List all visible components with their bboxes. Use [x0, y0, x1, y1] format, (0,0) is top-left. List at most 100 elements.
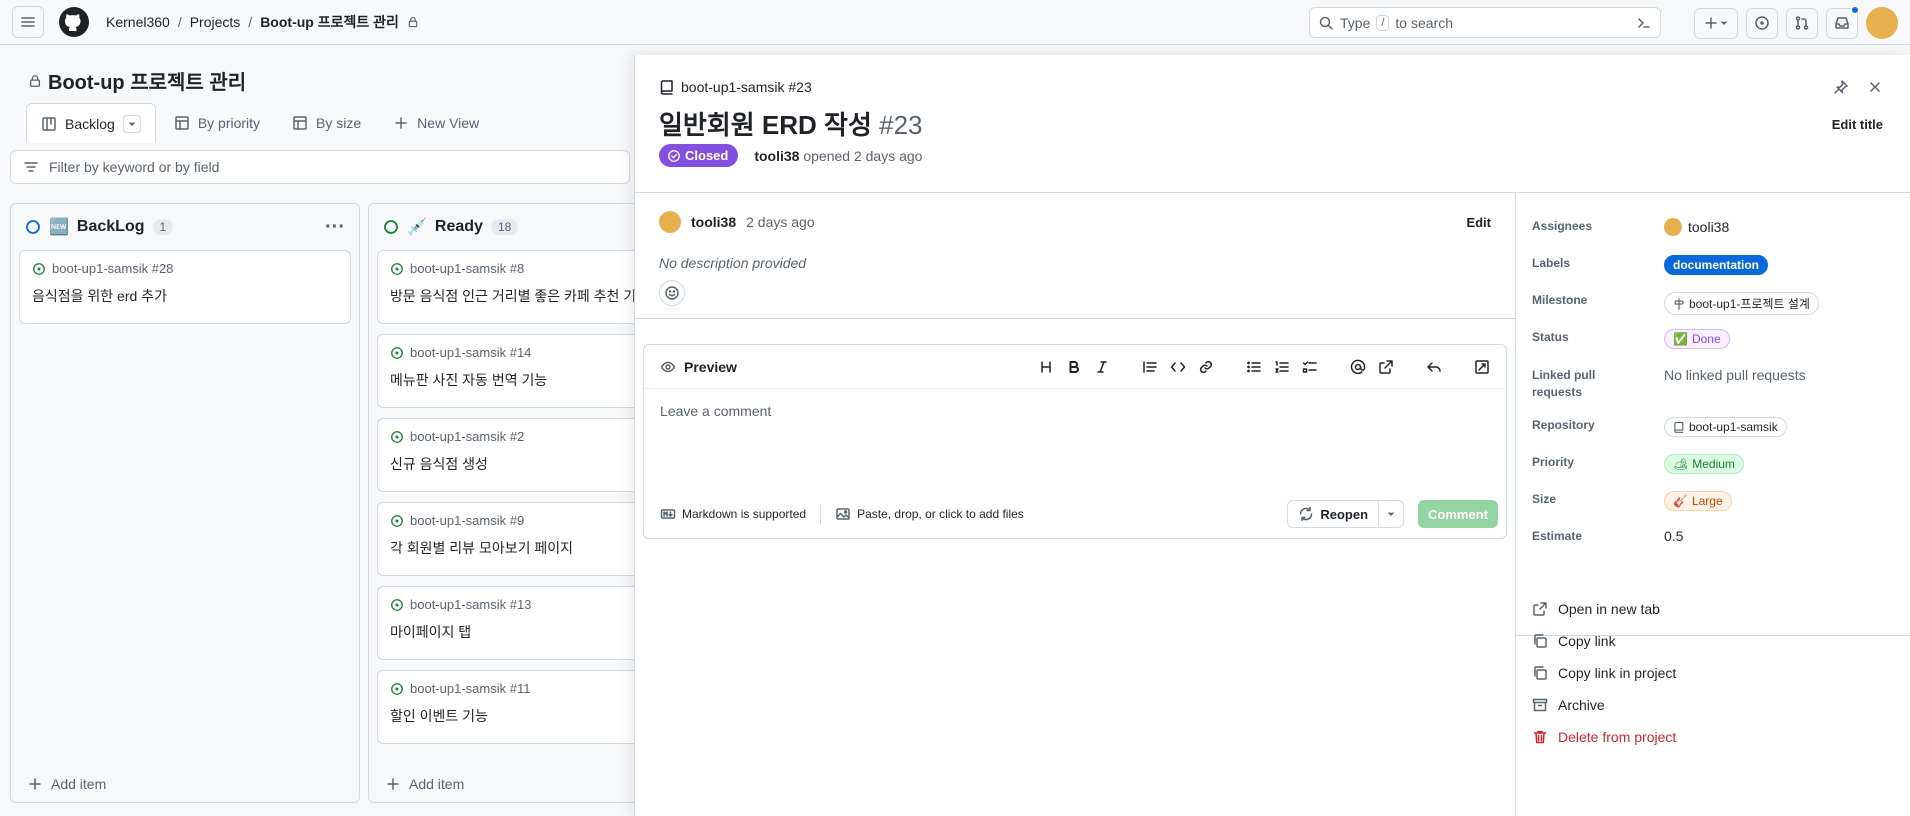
repo-icon	[1674, 421, 1684, 433]
column-name: Ready	[434, 218, 483, 235]
issue-repo-ref-text: boot-up1-samsik #23	[681, 79, 812, 95]
field-status[interactable]: Status ✅ Done	[1532, 329, 1730, 349]
copy-link-in-project-button[interactable]: Copy link in project	[1532, 665, 1676, 681]
column-count: 1	[152, 219, 174, 235]
copy-icon	[1534, 666, 1547, 680]
add-item-button[interactable]: Add item	[385, 776, 464, 792]
cross-reference-icon[interactable]	[1378, 359, 1394, 375]
close-icon[interactable]	[1867, 79, 1883, 95]
ordered-list-icon[interactable]	[1274, 359, 1290, 375]
label-badge[interactable]: documentation	[1664, 255, 1768, 275]
pin-icon[interactable]	[1833, 79, 1849, 95]
issue-closed-icon	[668, 149, 680, 162]
avatar[interactable]	[659, 211, 681, 233]
tab-backlog[interactable]: Backlog	[26, 103, 156, 143]
status-pill[interactable]: ✅ Done	[1664, 329, 1730, 349]
issue-repo-ref[interactable]: boot-up1-samsik #23	[659, 79, 812, 95]
field-label: Status	[1532, 330, 1569, 344]
action-label: Copy link in project	[1558, 665, 1677, 681]
column-menu-icon[interactable]: ···	[325, 216, 345, 239]
priority-pill[interactable]: 🏕 Medium	[1664, 454, 1744, 474]
repository-badge[interactable]: boot-up1-samsik	[1664, 417, 1787, 437]
field-size[interactable]: Size 🎸 Large	[1532, 491, 1732, 511]
project-title: Boot-up 프로젝트 관리	[28, 66, 246, 95]
field-repository[interactable]: Repository boot-up1-samsik	[1532, 417, 1787, 437]
field-value: 0.5	[1664, 528, 1684, 544]
plus-icon	[387, 778, 399, 790]
issue-title-text: 일반회원 ERD 작성	[659, 110, 872, 140]
field-label: Repository	[1532, 418, 1595, 432]
menu-button[interactable]	[12, 6, 44, 38]
milestone-badge[interactable]: boot-up1-프로젝트 설계	[1664, 292, 1819, 315]
comment-textarea[interactable]: Leave a comment	[660, 403, 771, 419]
reopen-button-group: Reopen	[1287, 500, 1405, 528]
field-linked-pull-requests[interactable]: Linked pull requests No linked pull reque…	[1532, 367, 1806, 401]
board-column-backlog: 🆕 BackLog 1 ··· boot-up1-samsik #28 음식점을…	[10, 203, 360, 803]
open-in-new-tab-button[interactable]: Open in new tab	[1532, 601, 1660, 617]
card-title[interactable]: 음식점을 위한 erd 추가	[32, 286, 338, 306]
board-icon	[42, 116, 56, 131]
reopen-options-button[interactable]	[1379, 501, 1403, 527]
edit-comment-button[interactable]: Edit	[1466, 215, 1491, 230]
link-icon[interactable]	[1198, 359, 1214, 375]
code-icon[interactable]	[1170, 359, 1186, 375]
fullscreen-icon[interactable]	[1474, 359, 1490, 375]
tab-preview[interactable]: Preview	[660, 359, 737, 375]
add-item-button[interactable]: Add item	[27, 776, 106, 792]
field-milestone[interactable]: Milestone boot-up1-프로젝트 설계	[1532, 292, 1819, 315]
view-options-button[interactable]	[122, 114, 141, 133]
copy-link-button[interactable]: Copy link	[1532, 633, 1616, 649]
user-avatar[interactable]	[1866, 7, 1898, 39]
delete-from-project-button[interactable]: Delete from project	[1532, 729, 1676, 745]
inbox-button[interactable]	[1826, 5, 1859, 39]
heading-icon[interactable]	[1038, 359, 1054, 375]
field-value: Large	[1691, 494, 1723, 508]
card-ref-text: boot-up1-samsik #28	[52, 261, 174, 276]
table-icon	[293, 116, 307, 130]
tab-by-size[interactable]: By size	[278, 103, 375, 143]
breadcrumb-org[interactable]: Kernel360	[106, 14, 170, 30]
new-view-button[interactable]: New View	[379, 103, 493, 143]
comment-author[interactable]: tooli38	[691, 214, 736, 230]
bold-icon[interactable]	[1066, 359, 1082, 375]
task-list-icon[interactable]	[1302, 359, 1318, 375]
link-external-icon	[1533, 602, 1547, 616]
github-logo-icon[interactable]	[58, 6, 90, 38]
editor-toolbar	[1038, 359, 1490, 375]
action-label: Copy link	[1558, 633, 1616, 649]
issues-button[interactable]	[1746, 7, 1778, 39]
breadcrumb-projects[interactable]: Projects	[190, 14, 241, 30]
breadcrumb-current[interactable]: Boot-up 프로젝트 관리	[260, 12, 399, 32]
quote-icon[interactable]	[1142, 359, 1158, 375]
mention-icon[interactable]	[1350, 359, 1366, 375]
hamburger-icon	[21, 17, 35, 27]
issue-open-icon	[391, 430, 403, 443]
tab-preview-label: Preview	[684, 358, 737, 375]
issue-open-icon	[391, 346, 403, 359]
search-input[interactable]: Type / to search	[1309, 7, 1661, 38]
archive-button[interactable]: Archive	[1532, 697, 1605, 713]
field-estimate[interactable]: Estimate 0.5	[1532, 528, 1683, 545]
attach-files-button[interactable]: Paste, drop, or click to add files	[835, 506, 1024, 522]
add-reaction-button[interactable]	[659, 280, 685, 306]
unordered-list-icon[interactable]	[1246, 359, 1262, 375]
edit-title-button[interactable]: Edit title	[1832, 117, 1883, 132]
filter-input[interactable]: Filter by keyword or by field	[10, 150, 630, 184]
reopen-button[interactable]: Reopen	[1288, 501, 1380, 527]
reply-icon[interactable]	[1426, 359, 1442, 375]
issue-author[interactable]: tooli38	[754, 148, 799, 164]
field-assignees[interactable]: Assignees tooli38	[1532, 218, 1729, 236]
board-card[interactable]: boot-up1-samsik #28 음식점을 위한 erd 추가	[19, 250, 351, 324]
size-pill[interactable]: 🎸 Large	[1664, 491, 1732, 511]
field-labels[interactable]: Labels documentation	[1532, 255, 1768, 275]
field-priority[interactable]: Priority 🏕 Medium	[1532, 454, 1744, 474]
create-new-button[interactable]	[1694, 7, 1738, 39]
comment-button[interactable]: Comment	[1418, 500, 1498, 528]
command-palette-icon[interactable]	[1636, 15, 1652, 31]
issue-open-icon	[391, 598, 403, 611]
markdown-link[interactable]: Markdown is supported	[660, 506, 806, 522]
italic-icon[interactable]	[1094, 359, 1110, 375]
pull-requests-button[interactable]	[1786, 7, 1818, 39]
tab-by-priority[interactable]: By priority	[160, 103, 274, 143]
markdown-icon	[660, 509, 676, 519]
